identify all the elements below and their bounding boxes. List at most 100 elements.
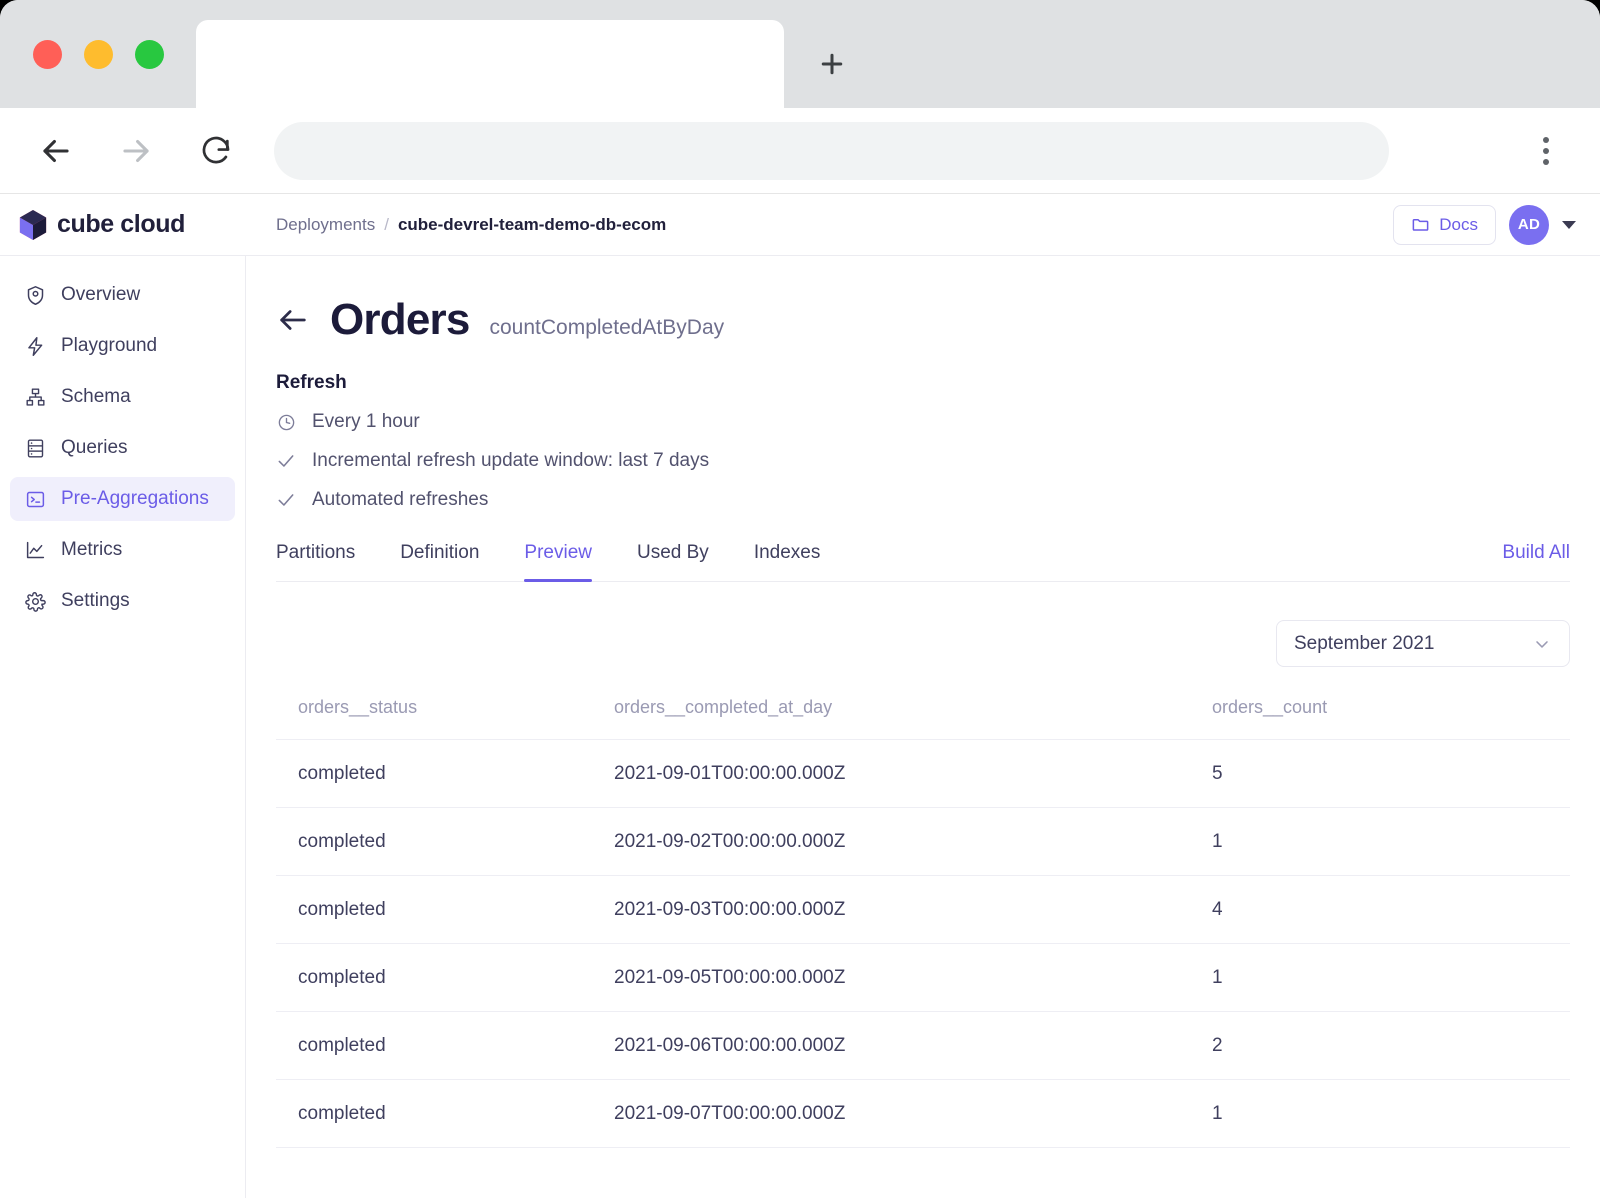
page-subtitle: countCompletedAtByDay [489,316,725,339]
address-bar[interactable] [274,121,1389,180]
refresh-heading: Refresh [276,372,347,393]
docs-button[interactable]: Docs [1393,204,1496,245]
check-icon [276,451,296,471]
check-icon [276,490,296,510]
reload-button[interactable] [188,123,244,179]
table-row[interactable]: completed 2021-09-03T00:00:00.000Z 4 [276,875,1570,944]
breadcrumb-separator: / [384,214,389,234]
sidebar-item-metrics[interactable]: Metrics [10,528,235,572]
queries-icon [24,437,46,459]
cell-status: completed [276,943,614,1012]
gear-icon [24,590,46,612]
table-row[interactable]: completed 2021-09-06T00:00:00.000Z 2 [276,1011,1570,1080]
cell-status: completed [276,875,614,944]
cell-count: 2 [1212,1011,1570,1080]
tab-definition[interactable]: Definition [400,542,479,581]
page-title: Orders [330,295,470,344]
browser-tab[interactable] [196,20,784,108]
preview-table: orders__status orders__completed_at_day … [276,697,1570,1148]
preview-table-body: completed 2021-09-01T00:00:00.000Z 5 com… [276,739,1570,1148]
sidebar-item-overview[interactable]: Overview [10,273,235,317]
minimize-window-button[interactable] [84,40,113,69]
tab-preview[interactable]: Preview [524,542,592,582]
table-row[interactable]: completed 2021-09-05T00:00:00.000Z 1 [276,943,1570,1012]
back-button[interactable] [28,123,84,179]
tab-used-by[interactable]: Used By [637,542,709,581]
clock-icon [276,412,296,432]
column-header-completed-at-day[interactable]: orders__completed_at_day [614,697,1212,740]
reload-icon [202,136,230,163]
table-row[interactable]: completed 2021-09-02T00:00:00.000Z 1 [276,807,1570,876]
back-to-list-button[interactable] [276,303,310,337]
plus-icon [821,53,843,75]
sidebar-item-label: Playground [61,335,158,356]
cube-cloud-app: cube cloud Deployments / cube-devrel-tea… [0,194,1600,1198]
column-header-status[interactable]: orders__status [276,697,614,740]
playground-icon [24,335,46,357]
column-header-count[interactable]: orders__count [1212,697,1570,740]
sidebar-item-playground[interactable]: Playground [10,324,235,368]
main-content: Orders countCompletedAtByDay Refresh Eve… [246,256,1600,1198]
kebab-dot [1543,158,1549,165]
sidebar: Overview Playground Schema Queries Pre-A… [0,256,246,1198]
month-select[interactable]: September 2021 [1276,620,1570,667]
arrow-left-icon [43,139,69,162]
sidebar-item-settings[interactable]: Settings [10,579,235,623]
cube-logo-icon [19,209,47,240]
chevron-down-icon[interactable] [1562,220,1576,229]
sidebar-item-queries[interactable]: Queries [10,426,235,470]
cell-status: completed [276,1079,614,1148]
overview-icon [24,284,46,306]
terminal-icon [24,488,46,510]
maximize-window-button[interactable] [135,40,164,69]
table-row[interactable]: completed 2021-09-07T00:00:00.000Z 1 [276,1079,1570,1148]
logo-text: cube cloud [57,210,185,238]
traffic-lights [33,40,164,69]
table-row[interactable]: completed 2021-09-01T00:00:00.000Z 5 [276,739,1570,808]
refresh-line-text: Automated refreshes [312,489,489,510]
sidebar-item-label: Overview [61,284,141,305]
browser-menu-button[interactable] [1522,127,1570,175]
browser-window: cube cloud Deployments / cube-devrel-tea… [0,0,1600,1198]
cell-completed-at-day: 2021-09-07T00:00:00.000Z [614,1079,1212,1148]
sidebar-item-label: Settings [61,590,130,611]
folder-icon [1412,218,1429,231]
forward-button[interactable] [108,123,164,179]
sidebar-item-schema[interactable]: Schema [10,375,235,419]
app-header: cube cloud Deployments / cube-devrel-tea… [0,194,1600,256]
cube-cloud-logo[interactable]: cube cloud [18,209,246,241]
kebab-dot [1543,136,1549,143]
tab-partitions[interactable]: Partitions [276,542,355,581]
sidebar-item-label: Schema [61,386,131,407]
table-header-row: orders__status orders__completed_at_day … [276,697,1570,740]
cell-completed-at-day: 2021-09-06T00:00:00.000Z [614,1011,1212,1080]
arrow-left-icon [280,310,306,330]
cell-completed-at-day: 2021-09-01T00:00:00.000Z [614,739,1212,808]
cell-count: 4 [1212,875,1570,944]
close-window-button[interactable] [33,40,62,69]
header-actions: Docs AD [1393,204,1576,245]
arrow-right-icon [123,139,149,162]
cell-completed-at-day: 2021-09-02T00:00:00.000Z [614,807,1212,876]
cell-status: completed [276,739,614,808]
cell-status: completed [276,807,614,876]
breadcrumb-current: cube-devrel-team-demo-db-ecom [397,214,667,234]
build-all-link[interactable]: Build All [1502,542,1570,581]
month-select-value: September 2021 [1294,632,1435,654]
cell-count: 1 [1212,807,1570,876]
tab-indexes[interactable]: Indexes [754,542,821,581]
sidebar-item-label: Pre-Aggregations [61,488,209,509]
sidebar-item-label: Metrics [61,539,123,560]
refresh-schedule-row: Every 1 hour [276,411,1570,433]
browser-toolbar [0,108,1600,194]
breadcrumb-deployments-link[interactable]: Deployments [276,215,375,235]
avatar[interactable]: AD [1509,204,1549,245]
new-tab-button[interactable] [806,38,858,90]
cell-count: 1 [1212,1079,1570,1148]
sidebar-item-pre-aggregations[interactable]: Pre-Aggregations [10,477,235,521]
content-tabs: Partitions Definition Preview Used By In… [276,542,1570,582]
refresh-line-text: Incremental refresh update window: last … [312,450,710,471]
refresh-automated-row: Automated refreshes [276,489,1570,511]
kebab-dot [1543,147,1549,154]
schema-icon [24,386,46,408]
